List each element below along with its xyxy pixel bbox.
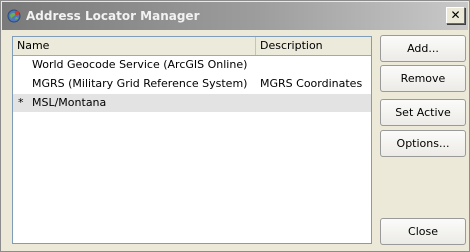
remove-button[interactable]: Remove xyxy=(380,65,466,92)
list-item[interactable]: World Geocode Service (ArcGIS Online) xyxy=(13,56,371,74)
locator-name: World Geocode Service (ArcGIS Online) xyxy=(32,58,248,71)
locator-name: MSL/Montana xyxy=(32,96,107,109)
close-button[interactable]: Close xyxy=(380,218,466,245)
locator-globe-icon xyxy=(7,9,21,23)
title-bar[interactable]: Address Locator Manager ✕ xyxy=(2,2,468,30)
window-title: Address Locator Manager xyxy=(26,9,200,23)
list-item[interactable]: MGRS (Military Grid Reference System) MG… xyxy=(13,75,371,93)
address-locator-manager-dialog: Address Locator Manager ✕ Name Descripti… xyxy=(0,0,470,252)
dialog-body: Name Description World Geocode Service (… xyxy=(2,30,468,250)
locator-description: MGRS Coordinates xyxy=(260,77,363,90)
options-button[interactable]: Options... xyxy=(380,130,466,157)
locator-list[interactable]: Name Description World Geocode Service (… xyxy=(12,36,372,244)
column-header-description[interactable]: Description xyxy=(256,37,372,55)
close-icon: ✕ xyxy=(450,8,461,22)
list-header: Name Description xyxy=(13,37,371,56)
set-active-button[interactable]: Set Active xyxy=(380,99,466,126)
list-item-selected[interactable]: * MSL/Montana xyxy=(13,94,371,112)
add-button[interactable]: Add... xyxy=(380,35,466,62)
active-marker: * xyxy=(18,96,24,109)
close-window-button[interactable]: ✕ xyxy=(446,7,465,24)
locator-name: MGRS (Military Grid Reference System) xyxy=(32,77,248,90)
column-header-name[interactable]: Name xyxy=(13,37,256,55)
